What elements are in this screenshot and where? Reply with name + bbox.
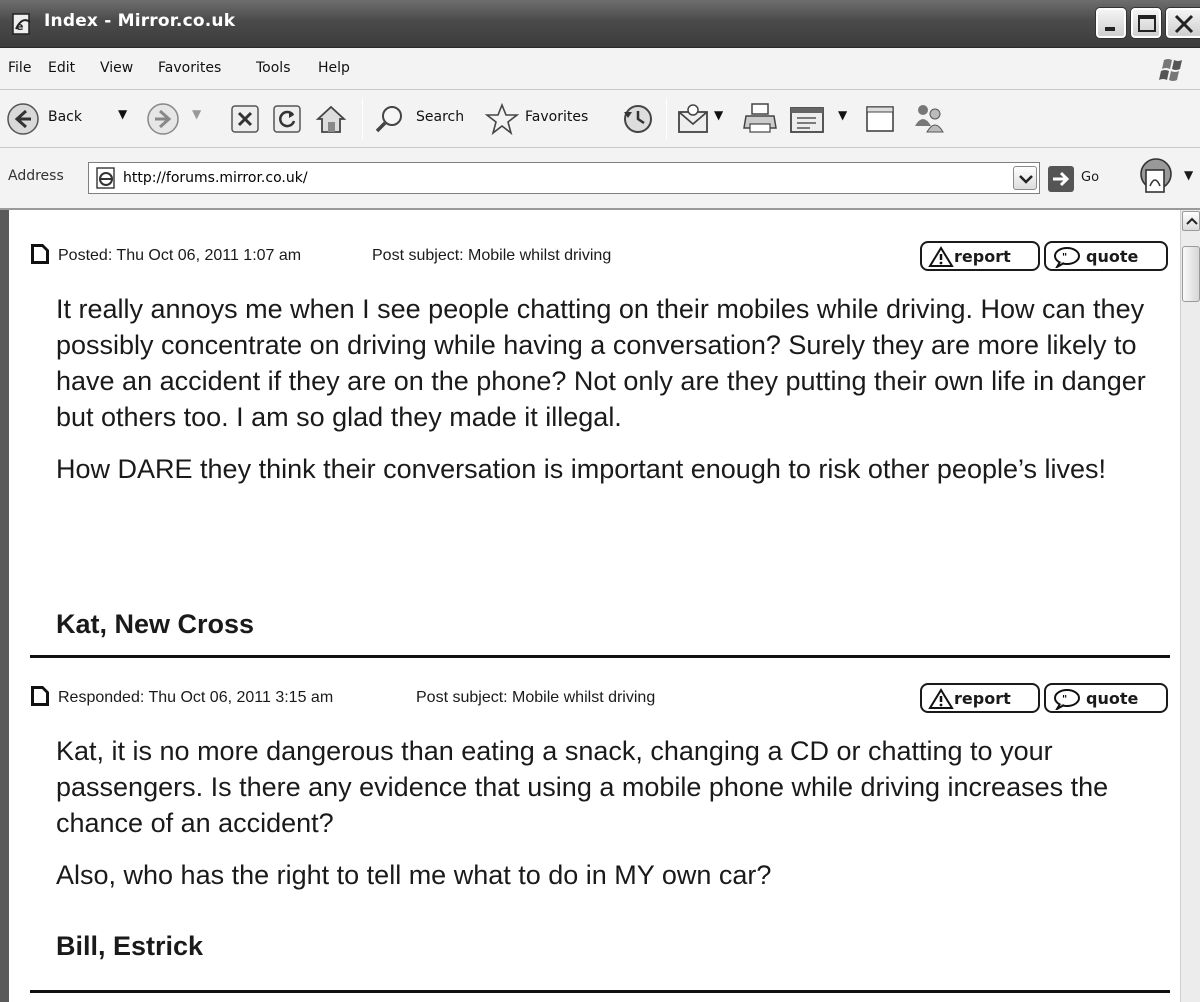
- edit-icon: [790, 107, 824, 133]
- report-button[interactable]: report: [920, 683, 1040, 713]
- search-label: Search: [416, 109, 465, 125]
- back-arrow-icon: [7, 103, 39, 135]
- chevron-down-icon[interactable]: ▼: [838, 108, 847, 122]
- quote-button[interactable]: " quote: [1044, 683, 1168, 713]
- discuss-icon[interactable]: [864, 102, 898, 136]
- post-author: Bill, Estrick: [56, 931, 204, 961]
- post-divider: [30, 655, 1170, 658]
- forward-button[interactable]: ▼: [146, 100, 216, 138]
- toolbar: Back ▼ ▼ Search Favorites ▼ ▼: [0, 90, 1200, 148]
- vertical-scrollbar[interactable]: [1180, 210, 1200, 1002]
- report-label: report: [954, 689, 1011, 708]
- acrobat-button[interactable]: ▼: [1136, 156, 1200, 200]
- window-title: Index - Mirror.co.uk: [44, 11, 236, 31]
- chevron-down-icon[interactable]: ▼: [1184, 168, 1193, 182]
- post-subject: Post subject: Mobile whilst driving: [416, 689, 656, 706]
- go-arrow-icon: [1048, 166, 1074, 192]
- speech-bubble-icon: ": [1054, 689, 1080, 710]
- post-date: Responded: Thu Oct 06, 2011 3:15 am: [58, 689, 334, 706]
- minimize-icon: [1105, 27, 1115, 31]
- menu-tools[interactable]: Tools: [256, 60, 291, 76]
- back-label: Back: [48, 109, 82, 125]
- chevron-up-icon: [1186, 217, 1198, 225]
- address-url: http://forums.mirror.co.uk/: [123, 170, 308, 186]
- post-date: Posted: Thu Oct 06, 2011 1:07 am: [58, 247, 302, 264]
- chevron-down-icon[interactable]: ▼: [714, 108, 723, 122]
- post-paragraph: Kat, it is no more dangerous than eating…: [56, 736, 1109, 838]
- chevron-down-icon[interactable]: ▼: [192, 107, 201, 121]
- menu-view[interactable]: View: [100, 60, 133, 76]
- chevron-down-icon[interactable]: ▼: [118, 107, 127, 121]
- toolbar-separator: [666, 98, 667, 140]
- back-button[interactable]: Back ▼: [6, 100, 136, 138]
- menu-edit[interactable]: Edit: [48, 60, 75, 76]
- chevron-down-icon: [1019, 175, 1033, 184]
- document-icon: [31, 244, 49, 264]
- post-subject: Post subject: Mobile whilst driving: [372, 247, 612, 264]
- post-author: Kat, New Cross: [56, 609, 255, 639]
- minimize-button[interactable]: [1096, 8, 1126, 38]
- post-paragraph: Also, who has the right to tell me what …: [56, 860, 772, 890]
- favorites-button[interactable]: Favorites: [485, 100, 610, 138]
- mail-icon: [678, 104, 708, 133]
- document-icon: [31, 686, 49, 706]
- post-paragraph: How DARE they think their conversation i…: [56, 454, 1107, 484]
- messenger-icon[interactable]: [910, 100, 948, 136]
- go-button[interactable]: Go: [1047, 165, 1127, 193]
- post-body: It really annoys me when I see people ch…: [56, 291, 1166, 503]
- address-label: Address: [8, 168, 64, 184]
- close-button[interactable]: [1166, 8, 1200, 38]
- close-icon: [1174, 14, 1194, 34]
- maximize-button[interactable]: [1131, 8, 1161, 38]
- scroll-up-button[interactable]: [1182, 211, 1200, 231]
- star-icon: [485, 102, 519, 136]
- print-icon[interactable]: [742, 100, 780, 136]
- address-bar: Address http://forums.mirror.co.uk/ Go ▼: [0, 148, 1200, 210]
- report-label: report: [954, 247, 1011, 266]
- go-label: Go: [1081, 170, 1100, 185]
- history-icon[interactable]: [620, 102, 656, 136]
- refresh-icon[interactable]: [272, 104, 302, 134]
- menu-help[interactable]: Help: [318, 60, 350, 76]
- menu-bar: File Edit View Favorites Tools Help: [0, 48, 1200, 90]
- search-icon: [375, 106, 402, 133]
- svg-text:e: e: [16, 20, 23, 33]
- forward-arrow-icon: [147, 103, 179, 135]
- post-paragraph: It really annoys me when I see people ch…: [56, 294, 1146, 432]
- stop-icon[interactable]: [230, 104, 260, 134]
- menu-file[interactable]: File: [8, 60, 31, 76]
- svg-text:": ": [1062, 252, 1067, 263]
- post-body: Kat, it is no more dangerous than eating…: [56, 733, 1166, 909]
- home-icon[interactable]: [314, 102, 348, 136]
- address-input[interactable]: http://forums.mirror.co.uk/: [88, 162, 1040, 194]
- toolbar-separator: [362, 98, 363, 140]
- maximize-icon: [1138, 15, 1156, 32]
- warning-icon: [928, 688, 954, 709]
- address-dropdown-button[interactable]: [1013, 166, 1037, 190]
- speech-bubble-icon: ": [1054, 247, 1080, 268]
- acrobat-icon: [1140, 158, 1172, 193]
- svg-text:": ": [1062, 694, 1067, 705]
- warning-icon: [928, 246, 954, 267]
- quote-label: quote: [1086, 689, 1139, 708]
- mail-button[interactable]: ▼: [676, 102, 736, 136]
- post-divider: [30, 990, 1170, 993]
- favorites-label: Favorites: [525, 109, 589, 125]
- quote-button[interactable]: " quote: [1044, 241, 1168, 271]
- scroll-thumb[interactable]: [1182, 246, 1200, 302]
- menu-favorites[interactable]: Favorites: [158, 60, 221, 76]
- title-bar: e Index - Mirror.co.uk: [0, 0, 1200, 48]
- ie-page-icon: [96, 167, 115, 189]
- search-button[interactable]: Search: [372, 100, 477, 138]
- ie-page-icon: e: [12, 13, 31, 35]
- quote-label: quote: [1086, 247, 1139, 266]
- windows-logo-icon: [1159, 59, 1182, 81]
- edit-button[interactable]: ▼: [788, 102, 860, 136]
- report-button[interactable]: report: [920, 241, 1040, 271]
